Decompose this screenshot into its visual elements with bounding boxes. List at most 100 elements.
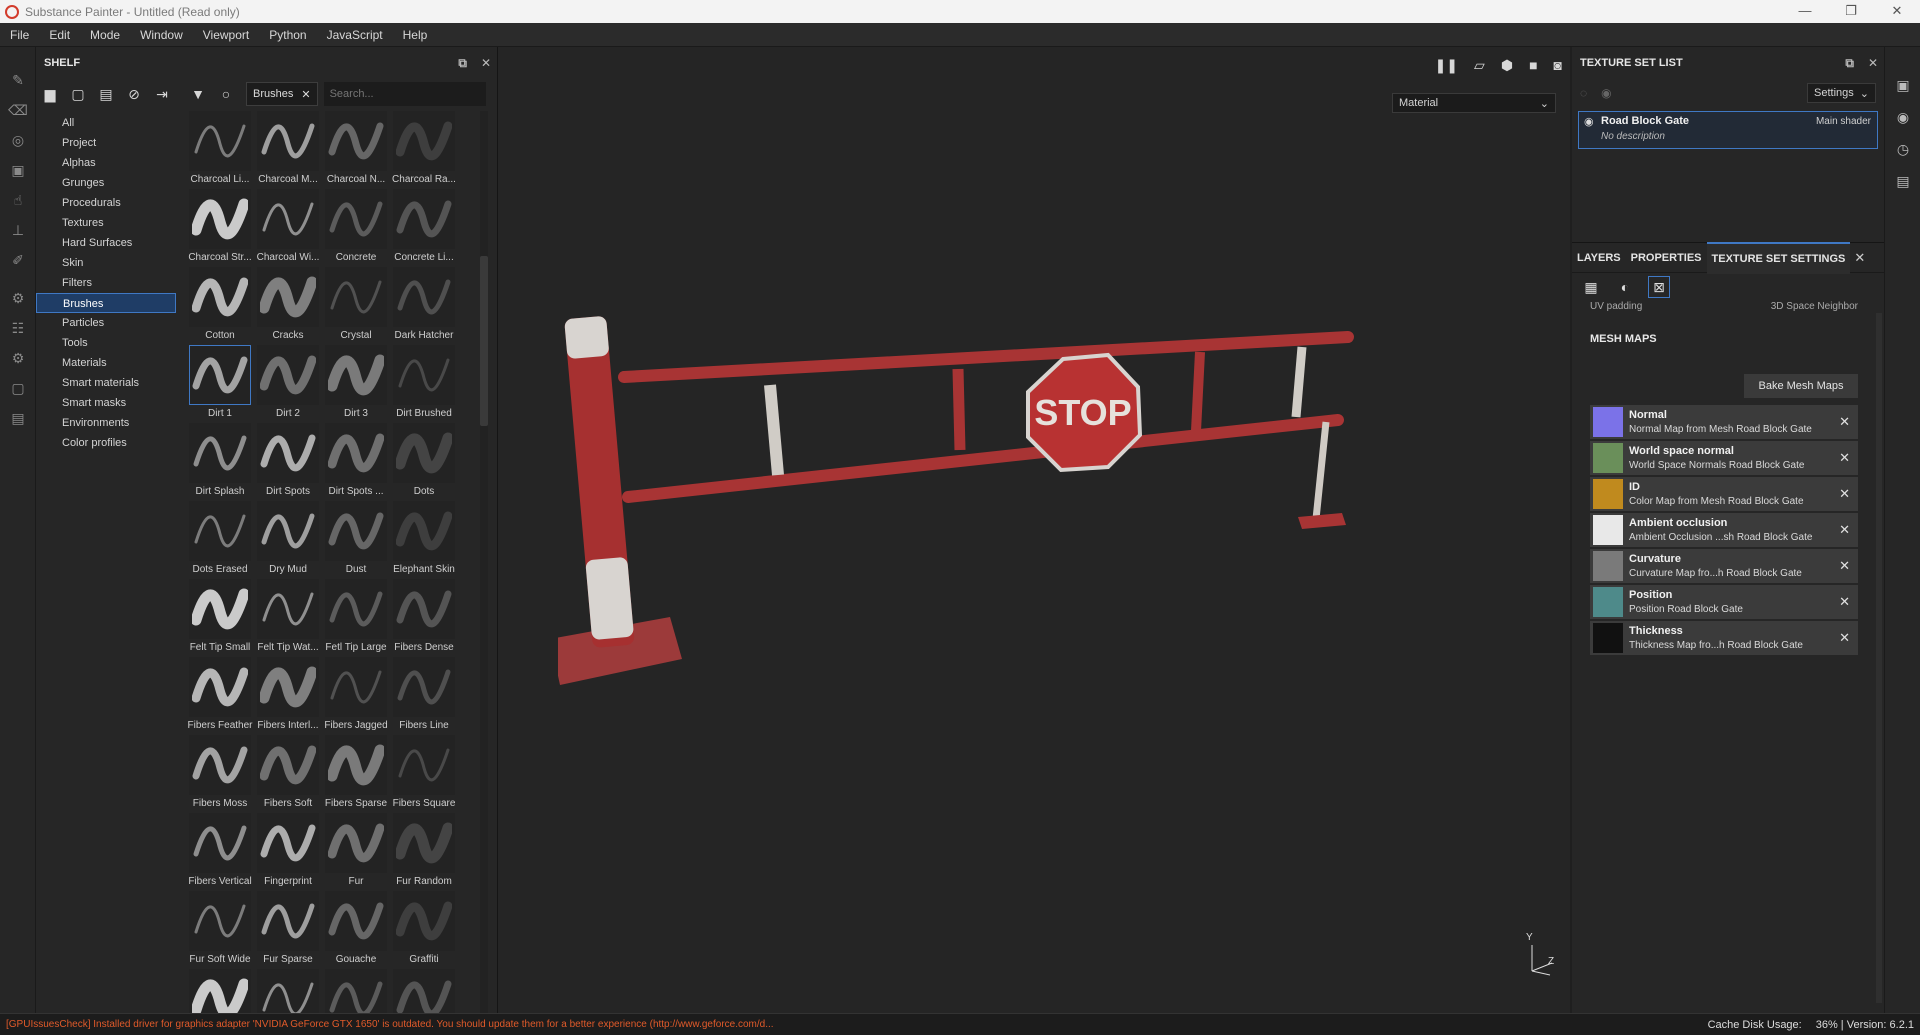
screenshot-icon[interactable]: ▤ — [0, 403, 36, 433]
brush-item[interactable]: Graffiti — [390, 891, 458, 969]
category-smart-masks[interactable]: Smart masks — [36, 393, 178, 413]
brush-item[interactable]: Charcoal Wi... — [254, 189, 322, 267]
brush-item[interactable]: Charcoal N... — [322, 111, 390, 189]
category-particles[interactable]: Particles — [36, 313, 178, 333]
brush-item[interactable]: Dirt Spots — [254, 423, 322, 501]
brush-item[interactable]: Dark Hatcher — [390, 267, 458, 345]
brush-item[interactable]: Charcoal M... — [254, 111, 322, 189]
brush-item[interactable]: Fibers Vertical — [186, 813, 254, 891]
material-ball-icon[interactable]: ◐ — [1614, 276, 1636, 298]
category-brushes[interactable]: Brushes — [36, 293, 176, 313]
brush-item[interactable] — [390, 969, 458, 1013]
brush-item[interactable]: Crystal — [322, 267, 390, 345]
new-item-icon[interactable]: ▢ — [64, 81, 92, 107]
brush-item[interactable] — [254, 969, 322, 1013]
category-materials[interactable]: Materials — [36, 353, 178, 373]
brush-item[interactable]: Cracks — [254, 267, 322, 345]
brush-item[interactable]: Dots — [390, 423, 458, 501]
menu-viewport[interactable]: Viewport — [193, 23, 259, 47]
brush-item[interactable]: Fibers Soft — [254, 735, 322, 813]
brush-item[interactable] — [322, 969, 390, 1013]
show-eye-icon[interactable]: ◉ — [1601, 86, 1611, 100]
brush-item[interactable]: Concrete Li... — [390, 189, 458, 267]
brush-item[interactable]: Dirt Splash — [186, 423, 254, 501]
channel-select[interactable]: Material ⌄ — [1392, 93, 1556, 113]
mesh-map-item[interactable]: Thickness Thickness Map fro...h Road Bloc… — [1590, 621, 1858, 655]
brush-item[interactable]: Fibers Square — [390, 735, 458, 813]
brush-item[interactable]: Fibers Line — [390, 657, 458, 735]
menu-file[interactable]: File — [0, 23, 39, 47]
brush-item[interactable]: Fingerprint — [254, 813, 322, 891]
brush-item[interactable]: Dots Erased — [186, 501, 254, 579]
brush-item[interactable]: Fibers Sparse — [322, 735, 390, 813]
menu-help[interactable]: Help — [393, 23, 438, 47]
visibility-eye-icon[interactable]: ◉ — [1584, 115, 1594, 128]
smudge-icon[interactable]: ☝ — [0, 185, 36, 215]
pause-icon[interactable]: ❚❚ — [1435, 57, 1458, 74]
hide-icon[interactable]: ⊘ — [120, 81, 148, 107]
brush-item[interactable]: Concrete — [322, 189, 390, 267]
minimize-button[interactable]: — — [1782, 0, 1828, 23]
filter-icon[interactable]: ▼ — [184, 81, 212, 107]
eraser-icon[interactable]: ⌫ — [0, 95, 36, 125]
remove-mesh-map-icon[interactable]: ✕ — [1839, 414, 1850, 430]
brush-item[interactable]: Dry Mud — [254, 501, 322, 579]
brush-item[interactable]: Dirt 1 — [186, 345, 254, 423]
close-panel-icon[interactable]: ✕ — [481, 56, 491, 70]
maximize-button[interactable]: ❐ — [1828, 0, 1874, 23]
texture-set-shader[interactable]: Main shader — [1816, 116, 1871, 127]
brush-item[interactable]: Fur — [322, 813, 390, 891]
menu-window[interactable]: Window — [130, 23, 193, 47]
mesh-map-item[interactable]: Ambient occlusion Ambient Occlusion ...sh… — [1590, 513, 1858, 547]
camera-icon[interactable]: ■ — [1529, 57, 1537, 73]
brush-item[interactable]: Fetl Tip Large — [322, 579, 390, 657]
settings-dropdown[interactable]: Settings ⌄ — [1807, 83, 1876, 103]
brush-item[interactable]: Fibers Interl... — [254, 657, 322, 735]
brush-item[interactable]: Fibers Moss — [186, 735, 254, 813]
bake-mesh-maps-button[interactable]: Bake Mesh Maps — [1744, 374, 1858, 398]
plugin-icon[interactable]: ⚙ — [0, 343, 36, 373]
texture-settings-icon[interactable]: ▦ — [1580, 276, 1602, 298]
float-panel-icon[interactable]: ⧉ — [1845, 56, 1854, 71]
paint-brush-icon[interactable]: ✎ — [0, 65, 36, 95]
brush-item[interactable]: Cotton — [186, 267, 254, 345]
category-alphas[interactable]: Alphas — [36, 153, 178, 173]
circle-filter-icon[interactable]: ○ — [212, 81, 240, 107]
category-smart-materials[interactable]: Smart materials — [36, 373, 178, 393]
viewport-3d[interactable]: ❚❚ ▱ ⬢ ■ ◙ Material ⌄ STOP Y Z — [498, 47, 1570, 1013]
mesh-map-item[interactable]: Position Position Road Block Gate ✕ — [1590, 585, 1858, 619]
shelf-search-input[interactable] — [323, 82, 486, 106]
float-panel-icon[interactable]: ⧉ — [458, 56, 467, 71]
remove-mesh-map-icon[interactable]: ✕ — [1839, 450, 1850, 466]
gpu-warning-message[interactable]: [GPUIssuesCheck] Installed driver for gr… — [6, 1019, 774, 1030]
tab-texture-set-settings[interactable]: TEXTURE SET SETTINGS — [1706, 241, 1851, 274]
menu-javascript[interactable]: JavaScript — [317, 23, 393, 47]
brush-item[interactable]: Charcoal Str... — [186, 189, 254, 267]
hide-eye-icon[interactable]: ◌ — [1580, 86, 1587, 100]
brush-item[interactable]: Charcoal Li... — [186, 111, 254, 189]
brush-item[interactable]: Fur Random — [390, 813, 458, 891]
history-icon[interactable]: ◷ — [1885, 133, 1920, 165]
category-textures[interactable]: Textures — [36, 213, 178, 233]
log-icon[interactable]: ▤ — [1885, 165, 1920, 197]
remove-mesh-map-icon[interactable]: ✕ — [1839, 558, 1850, 574]
brush-item[interactable]: Fibers Feather — [186, 657, 254, 735]
uv-padding-select[interactable]: 3D Space Neighbor — [1771, 301, 1858, 315]
mesh-map-item[interactable]: Normal Normal Map from Mesh Road Block Ga… — [1590, 405, 1858, 439]
menu-python[interactable]: Python — [259, 23, 316, 47]
category-environments[interactable]: Environments — [36, 413, 178, 433]
brush-item[interactable]: Gouache — [322, 891, 390, 969]
category-filters[interactable]: Filters — [36, 273, 178, 293]
brush-item[interactable]: Dirt Brushed — [390, 345, 458, 423]
3d-view-icon[interactable]: ⬢ — [1501, 57, 1513, 74]
shelf-scrollbar[interactable] — [480, 111, 488, 1013]
close-tab-icon[interactable]: ✕ — [1854, 250, 1865, 266]
category-project[interactable]: Project — [36, 133, 178, 153]
display-settings-icon[interactable]: ▣ — [1885, 69, 1920, 101]
brush-item[interactable]: Fibers Dense — [390, 579, 458, 657]
remove-mesh-map-icon[interactable]: ✕ — [1839, 486, 1850, 502]
category-hard-surfaces[interactable]: Hard Surfaces — [36, 233, 178, 253]
color-picker-icon[interactable]: ✐ — [0, 245, 36, 275]
brush-item[interactable]: Dust — [322, 501, 390, 579]
brush-item[interactable]: Dirt Spots ... — [322, 423, 390, 501]
